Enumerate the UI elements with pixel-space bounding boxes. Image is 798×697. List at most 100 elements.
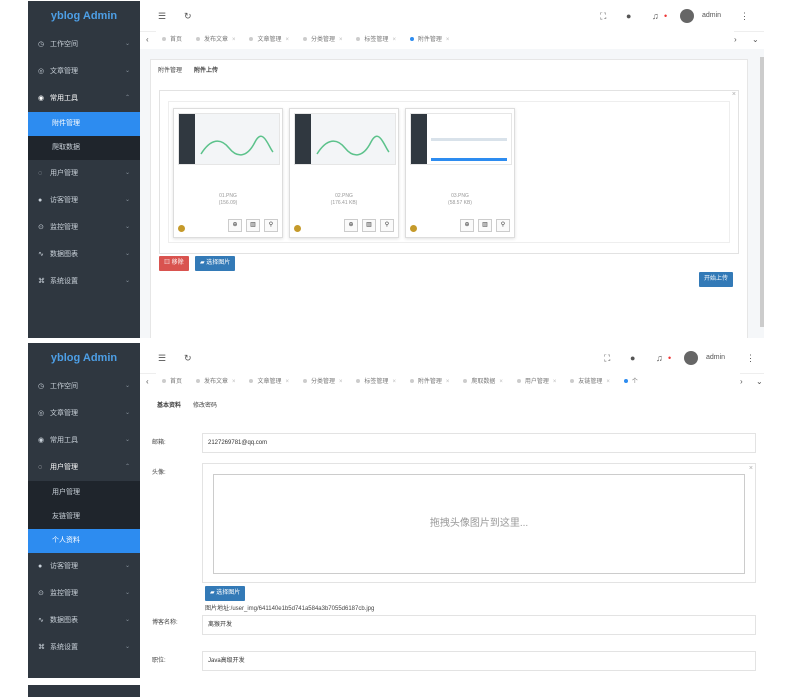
tab-profile[interactable]: 个 [618, 373, 644, 391]
search-icon[interactable]: ⚲ [264, 219, 278, 232]
avatar-dropzone[interactable]: 拖拽头像图片到这里... [213, 474, 745, 574]
tab-publish[interactable]: 发布文章 × [190, 373, 242, 391]
brand-logo[interactable]: yblog Admin [28, 1, 140, 31]
brand-logo[interactable]: yblog Admin [28, 343, 140, 373]
sidebar-item-monitor[interactable]: ⊙ 监控管理 ⌄ [28, 214, 140, 241]
username[interactable]: admin [702, 1, 721, 31]
menu-toggle-icon[interactable]: ☰ [158, 343, 166, 373]
sidebar-item-workspace[interactable]: ◷ 工作空间 ⌄ [28, 373, 140, 400]
close-icon[interactable]: × [339, 379, 343, 385]
tab-tags[interactable]: 标签管理 × [350, 31, 402, 49]
search-icon[interactable]: ⚲ [496, 219, 510, 232]
remove-button[interactable]: ▥ 移除 [159, 256, 189, 271]
bell-icon[interactable]: ♫ [652, 1, 659, 31]
tab-links[interactable]: 友链管理 × [564, 373, 616, 391]
sidebar-item-tools[interactable]: ◉ 常用工具 ⌃ [28, 85, 140, 112]
close-icon[interactable]: × [285, 379, 289, 385]
tab-home[interactable]: 首页 [156, 31, 188, 49]
close-icon[interactable]: × [499, 379, 503, 385]
tabs-scroll-left-icon[interactable]: ‹ [146, 373, 149, 391]
sidebar-item-settings[interactable]: ⌘ 系统设置 ⌄ [28, 268, 140, 295]
close-icon[interactable]: × [446, 379, 450, 385]
close-icon[interactable]: × [392, 37, 396, 43]
close-icon[interactable]: × [553, 379, 557, 385]
sidebar-subitem-profile[interactable]: 个人资料 [28, 529, 140, 553]
avatar[interactable] [680, 9, 694, 23]
blog-name-field[interactable]: 离猴开发 [202, 615, 756, 635]
choose-image-button[interactable]: ▰ 选择图片 [195, 256, 236, 271]
avatar[interactable] [684, 351, 698, 365]
close-icon[interactable]: × [339, 37, 343, 43]
tab-attachment-list[interactable]: 附件管理 [153, 62, 187, 80]
tab-attachment-upload[interactable]: 附件上传 [189, 62, 223, 80]
trash-icon[interactable]: ▥ [362, 219, 376, 232]
sidebar-subitem-user-manage[interactable]: 用户管理 [28, 481, 140, 505]
close-icon[interactable]: × [392, 379, 396, 385]
more-icon[interactable]: ⋮ [746, 343, 755, 373]
choose-image-button[interactable]: ▰ 选择图片 [205, 586, 246, 601]
more-icon[interactable]: ⋮ [740, 1, 749, 31]
sidebar-item-tools[interactable]: ◉ 常用工具 ⌄ [28, 427, 140, 454]
tab-categories[interactable]: 分类管理 × [297, 373, 349, 391]
close-icon[interactable]: × [732, 91, 736, 98]
tabs-scroll-left-icon[interactable]: ‹ [146, 31, 149, 49]
tab-basic-info[interactable]: 基本资料 [152, 397, 186, 415]
sidebar-item-settings[interactable]: ⌘ 系统设置 ⌄ [28, 634, 140, 661]
close-icon[interactable]: × [232, 37, 236, 43]
zoom-in-icon[interactable]: ⊕ [460, 219, 474, 232]
close-icon[interactable]: × [285, 37, 289, 43]
sidebar-item-users[interactable]: ◌ 用户管理 ⌃ [28, 454, 140, 481]
close-icon[interactable]: × [446, 37, 450, 43]
language-icon[interactable]: ● [630, 343, 635, 373]
trash-icon[interactable]: ▥ [246, 219, 260, 232]
search-icon[interactable]: ⚲ [380, 219, 394, 232]
tabs-scroll-right-icon[interactable]: › [734, 31, 737, 49]
tab-articles[interactable]: 文章管理 × [243, 31, 295, 49]
tab-crawl[interactable]: 爬取数据 × [457, 373, 509, 391]
bell-icon[interactable]: ♫ [656, 343, 663, 373]
sidebar-subitem-crawl[interactable]: 爬取数据 [28, 136, 140, 160]
upload-dropzone[interactable]: × 01.PNG (156.09) ⊕ ▥ ⚲ 02.PNG (176.41 KB) [159, 90, 739, 254]
fullscreen-icon[interactable]: ⛶ [604, 343, 610, 373]
refresh-icon[interactable]: ↻ [184, 1, 192, 31]
tab-home[interactable]: 首页 [156, 373, 188, 391]
tab-users[interactable]: 用户管理 × [511, 373, 563, 391]
tab-tags[interactable]: 标签管理 × [350, 373, 402, 391]
refresh-icon[interactable]: ↻ [184, 343, 192, 373]
sidebar-item-visitors[interactable]: ● 访客管理 ⌄ [28, 553, 140, 580]
start-upload-button[interactable]: 开始上传 [699, 272, 734, 287]
zoom-in-icon[interactable]: ⊕ [344, 219, 358, 232]
sidebar-subitem-links[interactable]: 友链管理 [28, 505, 140, 529]
tabs-scroll-right-icon[interactable]: › [740, 373, 743, 391]
sidebar-item-users[interactable]: ◌ 用户管理 ⌄ [28, 160, 140, 187]
tab-publish[interactable]: 发布文章 × [190, 31, 242, 49]
tabs-dropdown-icon[interactable]: ⌄ [752, 31, 759, 49]
tab-attachments[interactable]: 附件管理 × [404, 373, 456, 391]
email-field[interactable]: 2127269781@qq.com [202, 433, 756, 453]
sidebar-item-monitor[interactable]: ⊙ 监控管理 ⌄ [28, 580, 140, 607]
menu-toggle-icon[interactable]: ☰ [158, 1, 166, 31]
job-field[interactable]: Java高级开发 [202, 651, 756, 671]
tab-attachments[interactable]: 附件管理 × [404, 31, 456, 49]
trash-icon[interactable]: ▥ [478, 219, 492, 232]
sidebar-item-articles[interactable]: ◎ 文章管理 ⌄ [28, 58, 140, 85]
sidebar-item-visitors[interactable]: ● 访客管理 ⌄ [28, 187, 140, 214]
tabs-dropdown-icon[interactable]: ⌄ [756, 373, 763, 391]
close-icon[interactable]: × [749, 460, 753, 478]
language-icon[interactable]: ● [626, 1, 631, 31]
sidebar-subitem-attachments[interactable]: 附件管理 [28, 112, 140, 136]
fullscreen-icon[interactable]: ⛶ [600, 1, 606, 31]
sidebar-item-charts[interactable]: ∿ 数据图表 ⌄ [28, 241, 140, 268]
close-icon[interactable]: × [232, 379, 236, 385]
username[interactable]: admin [706, 343, 725, 373]
sidebar-item-workspace[interactable]: ◷ 工作空间 ⌄ [28, 31, 140, 58]
top-bar [140, 685, 764, 697]
tab-articles[interactable]: 文章管理 × [243, 373, 295, 391]
tab-change-password[interactable]: 修改密码 [188, 397, 222, 415]
sidebar-item-articles[interactable]: ◎ 文章管理 ⌄ [28, 400, 140, 427]
scrollbar[interactable] [760, 57, 764, 327]
zoom-in-icon[interactable]: ⊕ [228, 219, 242, 232]
close-icon[interactable]: × [606, 379, 610, 385]
tab-categories[interactable]: 分类管理 × [297, 31, 349, 49]
sidebar-item-charts[interactable]: ∿ 数据图表 ⌄ [28, 607, 140, 634]
